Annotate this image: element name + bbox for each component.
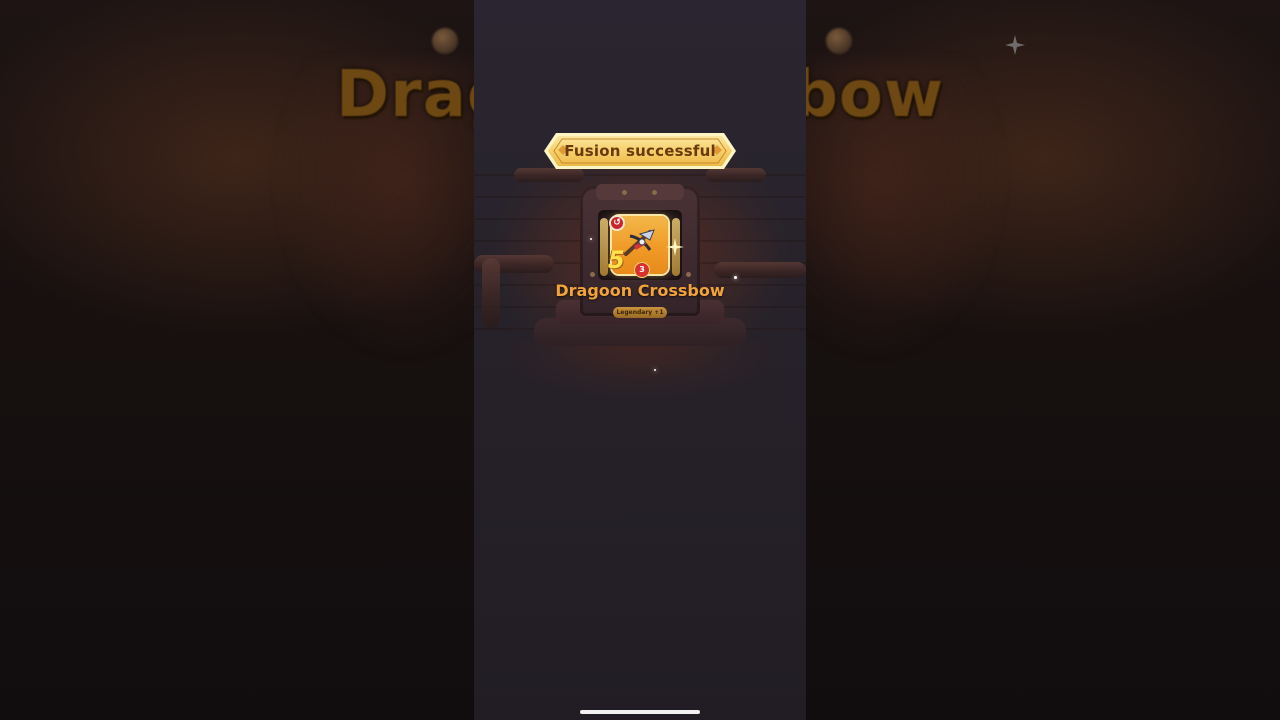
- sparkle-particle: [590, 238, 592, 240]
- sparkle-particle: [734, 276, 737, 279]
- machine-bolt: [652, 190, 657, 195]
- background-orb: [826, 28, 852, 54]
- game-viewport[interactable]: Fusion successful ↺ 5 3 Dragoon Crossbow…: [474, 0, 806, 720]
- refresh-badge-icon: ↺: [609, 215, 625, 231]
- pipe: [514, 168, 584, 182]
- rarity-badge: Legendary +1: [613, 307, 667, 318]
- item-level: 5: [608, 246, 625, 274]
- item-card[interactable]: ↺ 5 3: [608, 215, 668, 278]
- pipe: [706, 168, 766, 182]
- background-title-right: bow: [806, 58, 944, 132]
- fusion-machine-light-bar: [600, 218, 608, 276]
- crossbow-icon: [620, 224, 660, 262]
- sparkle-particle: [654, 369, 656, 371]
- machine-bolt: [686, 272, 691, 277]
- background-orb: [432, 28, 458, 54]
- sparkle-icon: [1004, 34, 1026, 56]
- home-indicator[interactable]: [580, 710, 700, 714]
- background-right-blur: bow: [806, 0, 1280, 720]
- machine-bolt: [622, 190, 627, 195]
- background-title-left: Drag: [336, 58, 474, 132]
- floor: [474, 340, 806, 460]
- pipe: [714, 262, 806, 278]
- fusion-success-banner: Fusion successful: [544, 133, 736, 169]
- background-left-blur: Drag: [0, 0, 474, 720]
- item-name: Dragoon Crossbow: [555, 281, 725, 300]
- item-star-count: 3: [634, 262, 650, 278]
- sparkle-icon: [666, 238, 684, 260]
- machine-bolt: [590, 272, 595, 277]
- banner-label: Fusion successful: [564, 142, 716, 160]
- fusion-machine-top: [596, 184, 684, 200]
- game-screen: Drag bow: [0, 0, 1280, 720]
